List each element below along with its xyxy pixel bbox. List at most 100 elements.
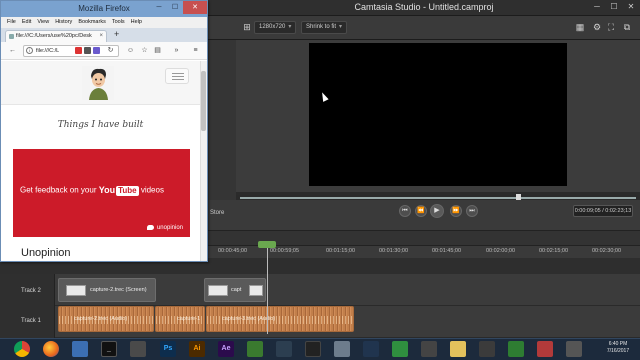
- play-icon[interactable]: ▶: [430, 204, 444, 218]
- extension-icon[interactable]: [75, 47, 82, 54]
- menu-history[interactable]: History: [55, 17, 72, 28]
- menu-edit[interactable]: Edit: [22, 17, 31, 28]
- playhead-line: [267, 248, 268, 334]
- folder-icon[interactable]: [450, 341, 466, 357]
- store-label[interactable]: Store: [210, 210, 224, 216]
- desktop: Camtasia Studio - Untitled.camproj ─ ☐ ✕…: [0, 0, 640, 360]
- app-icon[interactable]: [334, 341, 350, 357]
- timeline-tick: 00:00:45;00: [218, 248, 248, 254]
- favicon-icon: [9, 34, 14, 39]
- maximize-icon[interactable]: ☐: [167, 1, 183, 14]
- clip-thumbnail: [249, 285, 263, 296]
- minimize-icon[interactable]: ─: [590, 2, 604, 12]
- rewind-icon[interactable]: ⏪: [415, 205, 427, 217]
- track-label: Track 1: [21, 318, 41, 324]
- crop-icon[interactable]: ⊞: [242, 22, 252, 32]
- overflow-icon[interactable]: »: [171, 45, 182, 56]
- camtasia-toolbar: ⊞ 1280x720 ▾ Shrink to fit ▾ ▦ ⚙ ⛶ ⧉: [208, 16, 640, 40]
- dimensions-value: 1280x720: [259, 24, 286, 30]
- site-header: [1, 61, 200, 105]
- project-banner[interactable]: Get feedback on your You Tube videos unop…: [13, 149, 190, 237]
- project-title[interactable]: Unopinion: [21, 247, 71, 259]
- camtasia-icon[interactable]: [247, 341, 263, 357]
- avatar-illustration-icon: [89, 68, 108, 100]
- grid-icon[interactable]: ▦: [575, 22, 585, 32]
- after-effects-icon[interactable]: Ae: [218, 341, 234, 357]
- clip-label: capture-2.trec (Screen): [90, 287, 147, 293]
- zoom-value: Shrink to fit: [306, 24, 337, 30]
- new-tab-icon[interactable]: +: [114, 29, 119, 39]
- close-tab-icon[interactable]: ×: [99, 31, 103, 42]
- page-content: Things I have built Get feedback on your…: [1, 61, 200, 261]
- reading-list-icon[interactable]: ▤: [152, 45, 163, 56]
- zoom-dropdown[interactable]: Shrink to fit ▾: [301, 21, 348, 34]
- unity-icon[interactable]: [421, 341, 437, 357]
- fast-forward-icon[interactable]: ⏩: [450, 205, 462, 217]
- menu-view[interactable]: View: [37, 17, 49, 28]
- minimize-icon[interactable]: ─: [151, 1, 167, 14]
- timeline-tick: 00:02:15;00: [539, 248, 569, 254]
- hamburger-menu-icon[interactable]: [165, 68, 189, 84]
- timeline-tick: 00:00:59;05: [270, 248, 300, 254]
- timeline-tick: 00:02:30;00: [592, 248, 622, 254]
- settings-icon[interactable]: ⚙: [592, 22, 602, 32]
- inkscape-icon[interactable]: [363, 341, 379, 357]
- bookmark-star-icon[interactable]: ☆: [139, 45, 150, 56]
- toolbar-icon[interactable]: ☺: [125, 45, 136, 56]
- close-icon[interactable]: ✕: [624, 2, 638, 12]
- firefox-icon[interactable]: [43, 341, 59, 357]
- track-header[interactable]: Track 2: [0, 274, 55, 306]
- app-icon[interactable]: [508, 341, 524, 357]
- terminal-icon[interactable]: _: [101, 341, 117, 357]
- tab-title: file:///C:/Users/use%20pc/Desk: [16, 33, 92, 39]
- previous-clip-icon[interactable]: ⏮: [399, 205, 411, 217]
- menu-tools[interactable]: Tools: [112, 17, 125, 28]
- app-icon[interactable]: [276, 341, 292, 357]
- system-clock[interactable]: 6:40 PM 7/16/2017: [598, 341, 638, 355]
- video-player-icon[interactable]: [305, 341, 321, 357]
- menu-bookmarks[interactable]: Bookmarks: [78, 17, 106, 28]
- menu-file[interactable]: File: [7, 17, 16, 28]
- photoshop-icon[interactable]: Ps: [160, 341, 176, 357]
- avatar: [82, 66, 114, 100]
- menu-help[interactable]: Help: [131, 17, 142, 28]
- brand-text: unopinion: [156, 225, 183, 231]
- dimensions-dropdown[interactable]: 1280x720 ▾: [254, 21, 297, 34]
- navigation-bar: ← i file:///C:/L ↻ ☺ ☆ ▤ » ≡: [1, 42, 207, 60]
- close-icon[interactable]: ✕: [183, 1, 207, 14]
- clip-label: capture-2.trec (Audio): [74, 316, 128, 322]
- app-icon[interactable]: [566, 341, 582, 357]
- menu-icon[interactable]: ≡: [190, 45, 201, 56]
- extension-icon[interactable]: [93, 47, 100, 54]
- maximize-icon[interactable]: ☐: [607, 2, 621, 12]
- preview-canvas[interactable]: [309, 43, 567, 186]
- time-readout: 0:00:09;05 / 0:02:23;13: [573, 205, 633, 217]
- fullscreen-icon[interactable]: ⛶: [606, 22, 616, 32]
- browser-tab[interactable]: file:///C:/Users/use%20pc/Desk ×: [5, 30, 107, 42]
- track-label: Track 2: [21, 288, 41, 294]
- back-icon[interactable]: ←: [7, 45, 18, 56]
- track-header[interactable]: Track 1: [0, 306, 55, 338]
- camtasia-titlebar: Camtasia Studio - Untitled.camproj ─ ☐ ✕: [208, 0, 640, 16]
- file-explorer-icon[interactable]: [72, 341, 88, 357]
- info-icon[interactable]: i: [26, 47, 33, 54]
- paint-icon[interactable]: [130, 341, 146, 357]
- camtasia-window-buttons: ─ ☐ ✕: [590, 2, 638, 12]
- app-icon[interactable]: [392, 341, 408, 357]
- url-text: file:///C:/L: [36, 48, 60, 54]
- youtube-logo-icon: You Tube: [99, 185, 139, 196]
- illustrator-icon[interactable]: Ai: [189, 341, 205, 357]
- app-icon[interactable]: [479, 341, 495, 357]
- extension-icon[interactable]: [84, 47, 91, 54]
- brand-label: unopinion: [146, 224, 183, 231]
- banner-tagline: Get feedback on your You Tube videos: [20, 185, 164, 196]
- pdf-icon[interactable]: [537, 341, 553, 357]
- reload-icon[interactable]: ↻: [105, 45, 116, 56]
- chrome-icon[interactable]: [14, 341, 30, 357]
- detach-icon[interactable]: ⧉: [622, 22, 632, 32]
- scrollbar-thumb[interactable]: [201, 71, 206, 131]
- playhead-handle[interactable]: [258, 241, 276, 248]
- next-clip-icon[interactable]: ⏭: [466, 205, 478, 217]
- banner-text-post: videos: [140, 185, 164, 195]
- firefox-window: Mozilla Firefox ─ ☐ ✕ File Edit View His…: [0, 0, 208, 262]
